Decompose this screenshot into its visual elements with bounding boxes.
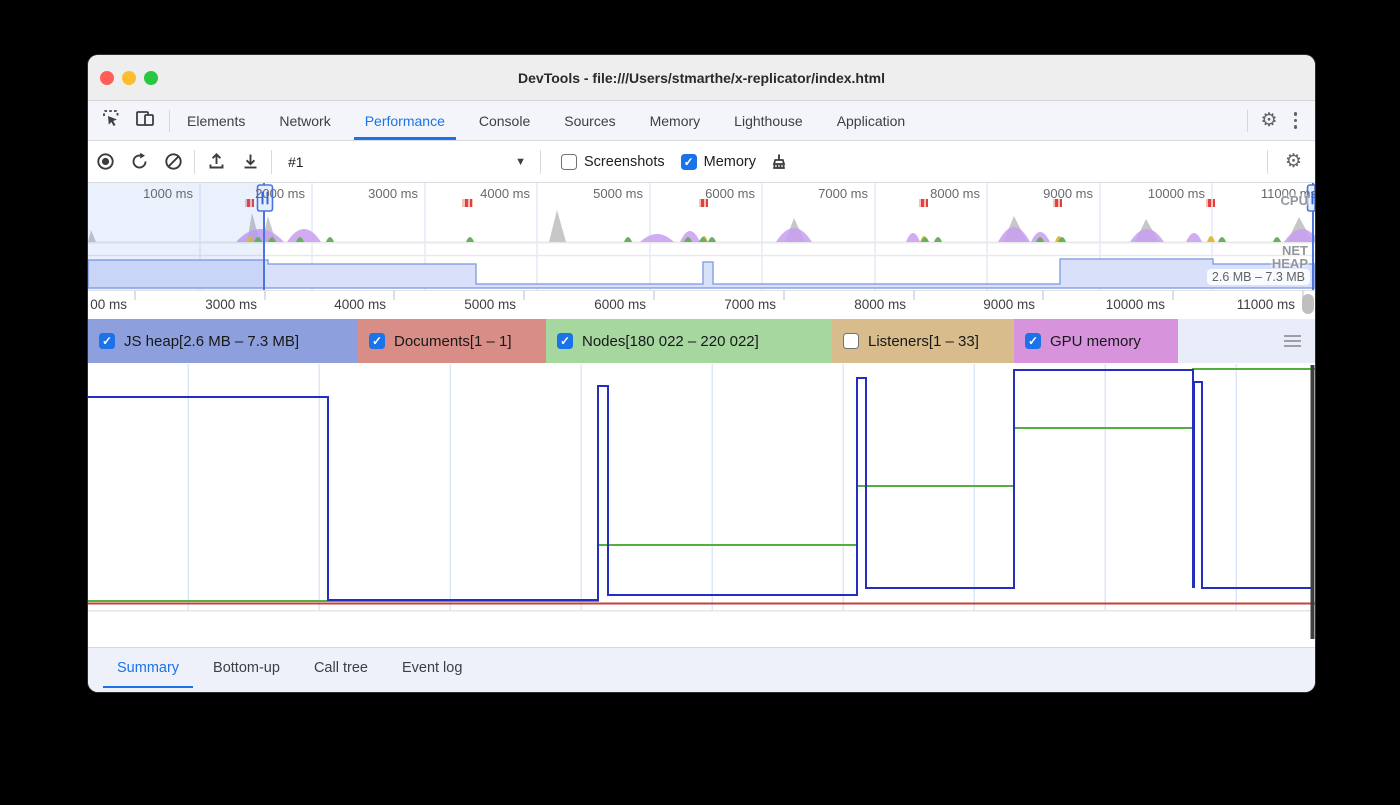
minimize-window-button[interactable] [122, 71, 136, 85]
history-dropdown-value: #1 [288, 154, 304, 170]
time-label: 10000 ms [1070, 291, 1165, 318]
detail-tab-call-tree[interactable]: Call tree [297, 648, 385, 688]
tab-sources[interactable]: Sources [547, 101, 632, 140]
reload-and-record-button[interactable] [122, 147, 156, 177]
time-label: 6000 ms [551, 291, 646, 318]
performance-toolbar: #1 ▼ Screenshots ✓ Memory ⚙ [88, 141, 1315, 183]
legend-label: GPU memory [1050, 333, 1141, 350]
screenshots-label: Screenshots [584, 154, 665, 170]
tab-memory[interactable]: Memory [633, 101, 718, 140]
memory-checkbox[interactable]: ✓ [681, 154, 697, 170]
legend-label: JS heap[2.6 MB – 7.3 MB] [124, 333, 299, 350]
dropdown-caret-icon: ▼ [515, 156, 526, 168]
legend-label: Documents[1 – 1] [394, 333, 512, 350]
clear-recording-button[interactable] [156, 147, 190, 177]
legend-checkbox[interactable] [843, 333, 859, 349]
tab-application[interactable]: Application [820, 101, 923, 140]
time-label: 8000 ms [885, 186, 980, 201]
memory-label: Memory [704, 154, 756, 170]
record-button[interactable] [88, 147, 122, 177]
time-label: 2000 ms [210, 186, 305, 201]
load-profile-icon[interactable] [199, 147, 233, 177]
panel-tabs: ElementsNetworkPerformanceConsoleSources… [170, 101, 1247, 140]
cpu-activity-purple [236, 227, 1315, 242]
cpu-lane-label: CPU [1281, 193, 1308, 208]
zoom-window-button[interactable] [144, 71, 158, 85]
time-label: 6000 ms [660, 186, 755, 201]
tab-console[interactable]: Console [462, 101, 547, 140]
cpu-activity-green [254, 237, 1281, 242]
time-label: 9000 ms [940, 291, 1035, 318]
tab-network[interactable]: Network [262, 101, 347, 140]
heap-area-chart [88, 259, 1315, 288]
legend-checkbox[interactable]: ✓ [369, 333, 385, 349]
window-bottom-padding [88, 688, 1315, 692]
detail-tab-event-log[interactable]: Event log [385, 648, 479, 688]
legend-label: Listeners[1 – 33] [868, 333, 979, 350]
nodes-series-line [88, 369, 1315, 601]
traffic-lights [100, 55, 158, 100]
collect-garbage-icon[interactable] [762, 147, 796, 177]
timeline-overview[interactable]: 1000 ms 2000 ms 3000 ms 4000 ms 5000 ms 6000 … [88, 183, 1315, 291]
more-options-kebab-icon[interactable] [1288, 108, 1304, 133]
time-label: 5000 ms [548, 186, 643, 201]
time-label: 1000 ms [98, 186, 193, 201]
detail-tab-bar: SummaryBottom-upCall treeEvent log [88, 647, 1315, 688]
window-title: DevTools - file:///Users/stmarthe/x-repl… [518, 70, 885, 86]
history-dropdown[interactable]: #1 ▼ [276, 147, 536, 177]
save-profile-icon[interactable] [233, 147, 267, 177]
tab-lighthouse[interactable]: Lighthouse [717, 101, 820, 140]
time-label: 5000 ms [421, 291, 516, 318]
settings-gear-icon[interactable]: ⚙ [1260, 111, 1277, 130]
legend-chip[interactable]: ✓ Documents[1 – 1] [358, 319, 546, 363]
tab-performance[interactable]: Performance [348, 101, 462, 140]
time-label: 4000 ms [291, 291, 386, 318]
screenshots-checkbox[interactable] [561, 154, 577, 170]
ruler-scrollbar-thumb[interactable] [1302, 294, 1314, 314]
memory-counters-chart[interactable] [88, 363, 1315, 647]
legend-checkbox[interactable]: ✓ [99, 333, 115, 349]
legend-checkbox[interactable]: ✓ [1025, 333, 1041, 349]
time-label: 8000 ms [811, 291, 906, 318]
time-label: 7000 ms [681, 291, 776, 318]
time-label: 4000 ms [435, 186, 530, 201]
capture-settings-gear-icon[interactable]: ⚙ [1285, 152, 1302, 171]
legend-chip[interactable]: Listeners[1 – 33] [832, 319, 1014, 363]
legend-menu-icon[interactable] [1284, 335, 1301, 347]
device-toolbar-icon[interactable] [135, 109, 155, 133]
devtools-tab-bar: ElementsNetworkPerformanceConsoleSources… [88, 101, 1315, 141]
legend-chip[interactable]: ✓ Nodes[180 022 – 220 022] [546, 319, 832, 363]
screenshots-checkbox-row[interactable]: Screenshots [561, 154, 665, 170]
tab-elements[interactable]: Elements [170, 101, 262, 140]
memory-time-ruler: 00 ms 3000 ms 4000 ms 5000 ms 6000 ms 7000 ms… [88, 291, 1315, 319]
time-label: 11000 ms [1200, 291, 1295, 318]
detail-tab-bottom-up[interactable]: Bottom-up [196, 648, 297, 688]
cpu-activity-yellow [246, 236, 1215, 242]
time-label: 00 ms [88, 291, 127, 318]
time-label: 7000 ms [773, 186, 868, 201]
detail-tab-summary[interactable]: Summary [100, 648, 196, 688]
legend-label: Nodes[180 022 – 220 022] [582, 333, 759, 350]
time-label: 3000 ms [162, 291, 257, 318]
legend-checkbox[interactable]: ✓ [557, 333, 573, 349]
heap-range-label: 2.6 MB – 7.3 MB [1207, 269, 1310, 285]
legend-filler [1178, 319, 1315, 363]
time-label: 3000 ms [323, 186, 418, 201]
close-window-button[interactable] [100, 71, 114, 85]
memory-checkbox-row[interactable]: ✓ Memory [681, 154, 756, 170]
js-heap-series-line [88, 370, 1313, 600]
inspect-element-icon[interactable] [102, 109, 121, 133]
memory-counter-legend: ✓ JS heap[2.6 MB – 7.3 MB] ✓ Documents[1 – … [88, 319, 1315, 363]
legend-chip[interactable]: ✓ GPU memory [1014, 319, 1178, 363]
devtools-window: DevTools - file:///Users/stmarthe/x-repl… [88, 55, 1315, 692]
legend-chip[interactable]: ✓ JS heap[2.6 MB – 7.3 MB] [88, 319, 358, 363]
time-label: 9000 ms [998, 186, 1093, 201]
time-label: 10000 ms [1110, 186, 1205, 201]
title-bar: DevTools - file:///Users/stmarthe/x-repl… [88, 55, 1315, 101]
